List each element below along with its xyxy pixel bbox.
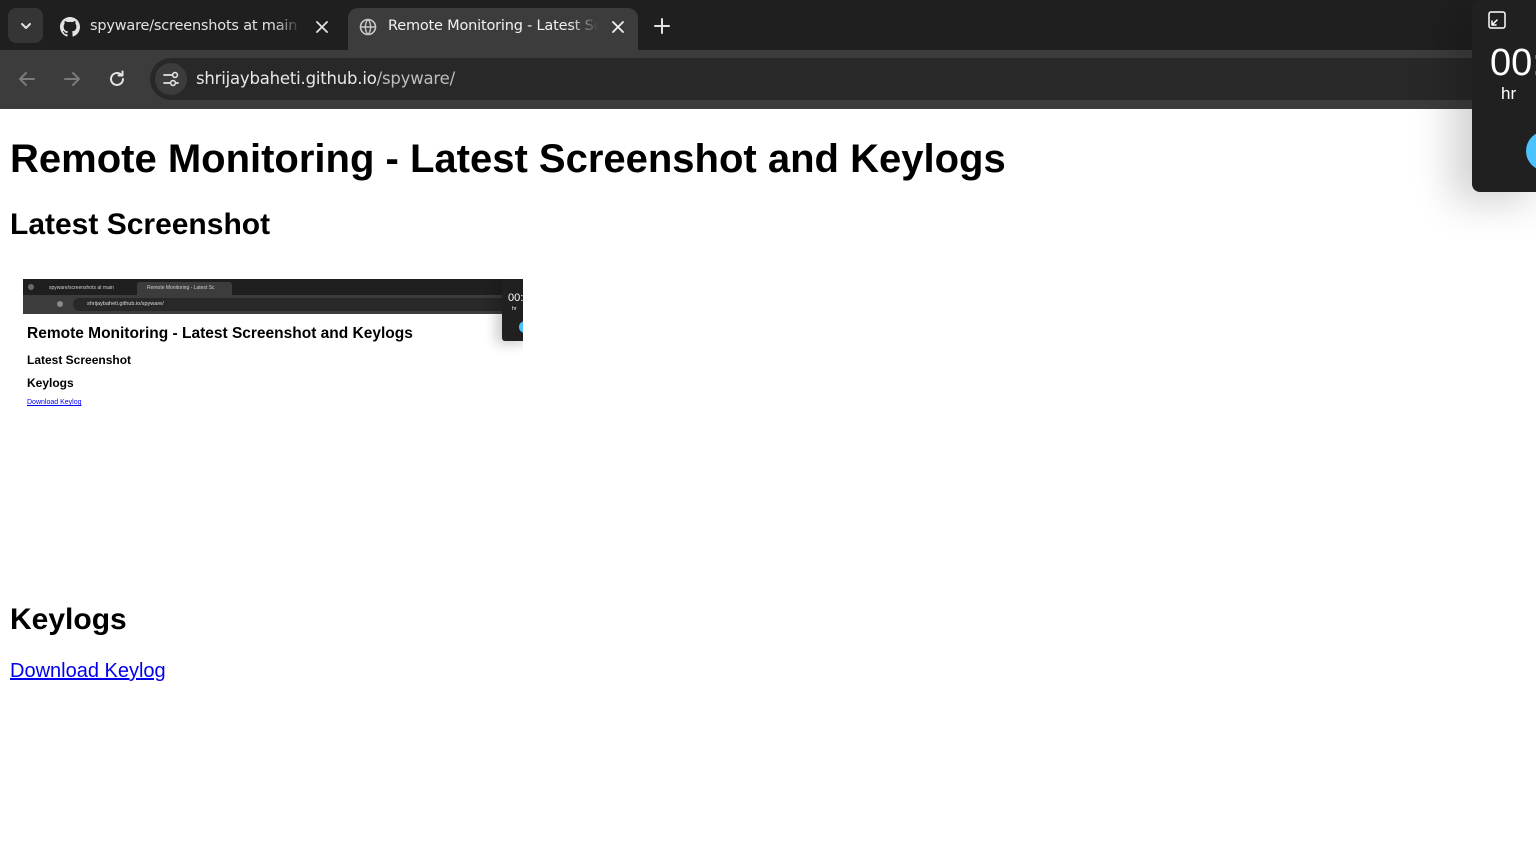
timer-time: 00:: [1490, 42, 1536, 84]
tab-github-screenshots[interactable]: spyware/screenshots at main · s: [50, 8, 342, 50]
github-icon: [60, 17, 80, 37]
thumbnail-url: shrijaybaheti.github.io/spyware/: [87, 301, 164, 307]
close-icon[interactable]: [312, 17, 332, 37]
timer-overlay: 00: hr: [1472, 0, 1536, 192]
web-page: Remote Monitoring - Latest Screenshot an…: [0, 109, 1536, 864]
globe-icon: [358, 17, 378, 37]
back-button[interactable]: [12, 64, 42, 94]
keylogs-heading: Keylogs: [10, 603, 127, 636]
thumbnail-tab: Remote Monitoring - Latest Sc: [137, 282, 232, 295]
site-settings-icon: [163, 71, 179, 87]
address-bar[interactable]: shrijaybaheti.github.io/spyware/: [150, 58, 1530, 100]
thumbnail-keylogs-heading: Keylogs: [27, 376, 74, 390]
page-title: Remote Monitoring - Latest Screenshot an…: [10, 137, 1006, 181]
tab-search-button[interactable]: [8, 8, 43, 43]
reload-button[interactable]: [102, 64, 132, 94]
tab-title: spyware/screenshots at main · s: [90, 18, 302, 34]
play-button[interactable]: [1526, 131, 1536, 171]
tab-title: Remote Monitoring - Latest Scre: [388, 18, 598, 34]
chevron-down-icon: [20, 22, 31, 29]
forward-button[interactable]: [57, 64, 87, 94]
thumbnail-timer-time: 00:: [508, 292, 523, 304]
close-icon[interactable]: [608, 17, 628, 37]
thumbnail-download-link: Download Keylog: [27, 399, 82, 406]
plus-icon: [654, 18, 670, 34]
url-host: shrijaybaheti.github.io: [196, 69, 377, 88]
thumbnail-timer-overlay: 00: hr: [502, 279, 523, 341]
url-path: /spyware/: [376, 69, 456, 88]
back-arrow-icon: [19, 72, 35, 86]
browser-tab-bar: spyware/screenshots at main · s Remote M…: [0, 0, 1536, 50]
expand-icon[interactable]: [1487, 10, 1507, 30]
latest-screenshot-heading: Latest Screenshot: [10, 208, 271, 241]
forward-arrow-icon: [64, 72, 80, 86]
thumbnail-tab: spyware/screenshots at main: [49, 285, 114, 291]
url-text[interactable]: shrijaybaheti.github.io/spyware/: [196, 69, 455, 88]
thumbnail-screenshot-heading: Latest Screenshot: [27, 353, 132, 367]
site-info-button[interactable]: [155, 63, 187, 95]
new-tab-button[interactable]: [648, 12, 676, 40]
tab-remote-monitoring[interactable]: Remote Monitoring - Latest Scre: [348, 8, 638, 50]
thumbnail-play-button: [519, 321, 523, 333]
browser-toolbar: shrijaybaheti.github.io/spyware/: [0, 50, 1536, 109]
thumbnail-timer-unit: hr: [512, 306, 517, 312]
timer-unit: hr: [1501, 84, 1517, 103]
latest-screenshot-image: spyware/screenshots at main Remote Monit…: [23, 279, 523, 420]
download-keylog-link[interactable]: Download Keylog: [10, 660, 166, 683]
reload-icon: [110, 70, 124, 86]
thumbnail-page-title: Remote Monitoring - Latest Screenshot an…: [27, 325, 413, 342]
